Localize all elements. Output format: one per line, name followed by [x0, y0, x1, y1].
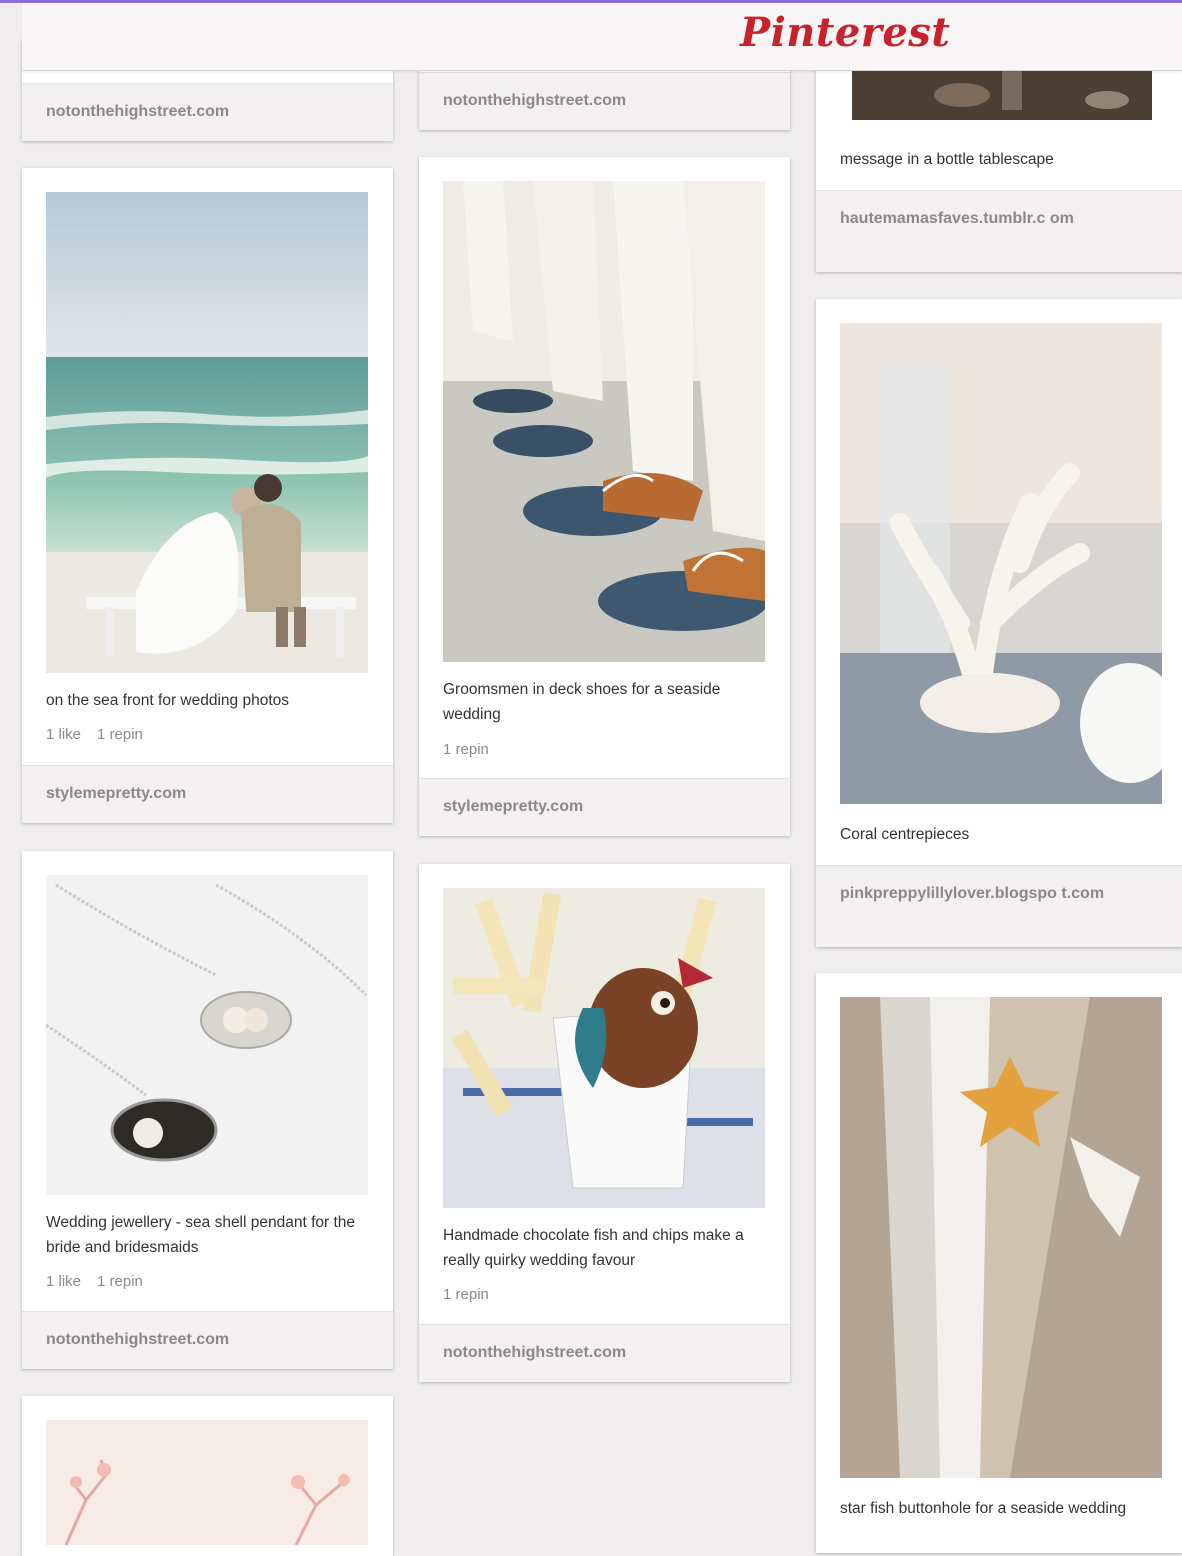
pin-image-deck-shoes[interactable]	[443, 181, 765, 662]
pin-description: message in a bottle tablescape	[840, 151, 1054, 168]
pin-stats: 1 like 1 repin	[46, 1273, 159, 1290]
pin-image-coral-centrepiece[interactable]	[840, 323, 1162, 804]
pin-card[interactable]: Wedding jewellery - sea shell pendant fo…	[22, 851, 393, 1369]
pinterest-header: Pinterest	[22, 3, 1182, 71]
pin-likes[interactable]: 1 like	[46, 726, 81, 743]
pin-image-chocolate-fish[interactable]	[443, 888, 765, 1208]
pin-stats: 1 repin	[443, 1286, 505, 1303]
pin-description: Groomsmen in deck shoes for a seaside we…	[443, 681, 721, 723]
pin-description: star fish buttonhole for a seaside weddi…	[840, 1500, 1127, 1517]
pin-source-link[interactable]: hautemamasfaves.tumblr.c om	[840, 207, 1100, 231]
pin-source-link[interactable]: notonthehighstreet.com	[443, 1341, 626, 1365]
pin-source-link[interactable]: notonthehighstreet.com	[46, 100, 229, 124]
pinterest-logo[interactable]: Pinterest	[740, 9, 950, 56]
pin-source-link[interactable]: stylemepretty.com	[46, 782, 186, 806]
pin-card[interactable]	[22, 1396, 393, 1556]
pin-source[interactable]: notonthehighstreet.com	[22, 1311, 393, 1369]
pin-image-shell-pendants[interactable]	[46, 875, 368, 1195]
pin-card[interactable]: star fish buttonhole for a seaside weddi…	[816, 973, 1182, 1553]
pin-source-link[interactable]: stylemepretty.com	[443, 795, 583, 819]
pin-card[interactable]: Handmade chocolate fish and chips make a…	[419, 864, 790, 1382]
pin-column-1: notonthehighstreet.com on the sea front …	[22, 0, 393, 1556]
pin-source-link[interactable]: notonthehighstreet.com	[46, 1328, 229, 1352]
pin-image-pink-flowers[interactable]	[46, 1420, 368, 1545]
pin-repins[interactable]: 1 repin	[97, 726, 143, 743]
pin-likes[interactable]: 1 like	[46, 1273, 81, 1290]
pin-source[interactable]: notonthehighstreet.com	[419, 72, 790, 130]
pin-description: on the sea front for wedding photos	[46, 692, 289, 709]
pin-source-link[interactable]: notonthehighstreet.com	[443, 89, 626, 113]
pin-image-beach-couple[interactable]	[46, 192, 368, 673]
pin-stats: 1 repin	[443, 741, 505, 758]
pin-source[interactable]: hautemamasfaves.tumblr.c om	[816, 190, 1182, 272]
pin-column-3: message in a bottle tablescape hautemama…	[816, 0, 1182, 1553]
pin-image-starfish-buttonhole[interactable]	[840, 997, 1162, 1478]
pin-repins[interactable]: 1 repin	[443, 741, 489, 758]
pin-card[interactable]: Groomsmen in deck shoes for a seaside we…	[419, 157, 790, 836]
pin-column-2: notonthehighstreet.com Groomsmen in deck…	[419, 0, 790, 1541]
pin-source[interactable]: notonthehighstreet.com	[22, 83, 393, 141]
pin-card[interactable]: message in a bottle tablescape hautemama…	[816, 40, 1182, 272]
pin-source[interactable]: notonthehighstreet.com	[419, 1324, 790, 1382]
pin-description: Wedding jewellery - sea shell pendant fo…	[46, 1214, 356, 1256]
pin-description: Handmade chocolate fish and chips make a…	[443, 1227, 744, 1269]
pin-source[interactable]: pinkpreppylillylover.blogspo t.com	[816, 865, 1182, 947]
pin-repins[interactable]: 1 repin	[443, 1286, 489, 1303]
pin-source-link[interactable]: pinkpreppylillylover.blogspo t.com	[840, 882, 1110, 906]
pin-card[interactable]: on the sea front for wedding photos 1 li…	[22, 168, 393, 823]
pin-card[interactable]: Coral centrepieces pinkpreppylillylover.…	[816, 299, 1182, 947]
pin-description: Coral centrepieces	[840, 826, 970, 843]
pin-source[interactable]: stylemepretty.com	[419, 778, 790, 836]
pin-repins[interactable]: 1 repin	[97, 1273, 143, 1290]
pin-stats: 1 like 1 repin	[46, 726, 159, 743]
pin-source[interactable]: stylemepretty.com	[22, 765, 393, 823]
